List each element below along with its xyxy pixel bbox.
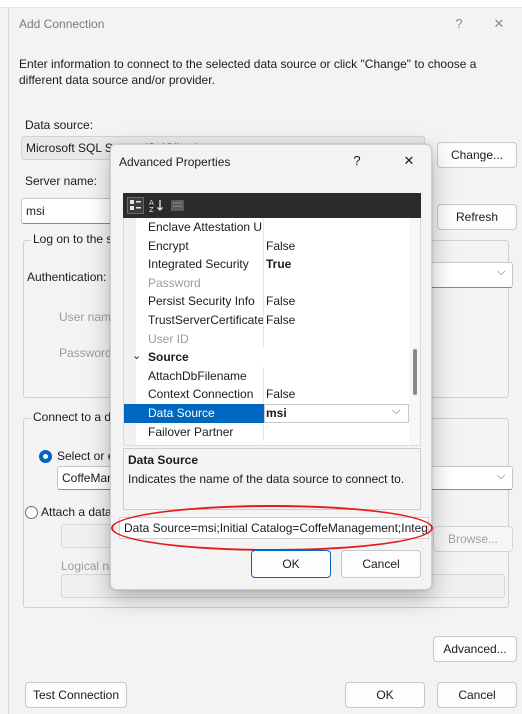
scroll-thumb[interactable] <box>413 349 417 395</box>
dropdown-chevron-icon[interactable]: ⌵ <box>392 405 400 418</box>
advanced-ok-button[interactable]: OK <box>251 550 331 578</box>
data-source-label: Data source: <box>25 118 94 132</box>
prop-row-trust-server-cert[interactable]: TrustServerCertificate False <box>124 311 409 330</box>
prop-separator <box>263 255 264 274</box>
prop-name: Data Source <box>148 406 215 420</box>
prop-separator <box>263 236 264 256</box>
description-text: Indicates the name of the data source to… <box>128 472 405 486</box>
prop-row-failover-partner[interactable]: Failover Partner <box>124 422 409 442</box>
background-window-edge <box>0 0 522 8</box>
advanced-cancel-button[interactable]: Cancel <box>341 550 421 578</box>
prop-row-password[interactable]: Password <box>124 273 409 293</box>
password-label: Password: <box>59 346 116 360</box>
alphabetical-icon[interactable]: AZ <box>148 197 165 214</box>
refresh-button[interactable]: Refresh <box>437 204 517 230</box>
prop-row-enclave[interactable]: Enclave Attestation U <box>124 218 409 237</box>
prop-name: TrustServerCertificate <box>148 313 264 327</box>
property-toolbar: AZ <box>123 193 421 218</box>
property-grid: Enclave Attestation U Encrypt False Inte… <box>123 218 421 446</box>
prop-row-attach-db-filename[interactable]: AttachDbFilename <box>124 366 409 386</box>
prop-name: Failover Partner <box>148 424 234 439</box>
test-connection-button[interactable]: Test Connection <box>25 682 127 708</box>
prop-name: Enclave Attestation U <box>148 220 263 234</box>
prop-name: Persist Security Info <box>148 294 255 309</box>
categorized-icon[interactable] <box>127 197 144 214</box>
category-name: Source <box>148 350 189 365</box>
advanced-dialog-title: Advanced Properties <box>119 155 231 169</box>
collapse-chevron-icon[interactable]: ⌄ <box>132 349 141 362</box>
description-panel: Data Source Indicates the name of the da… <box>123 448 421 510</box>
prop-value: False <box>266 313 296 327</box>
description-title: Data Source <box>128 453 199 467</box>
prop-separator <box>263 422 264 442</box>
change-button[interactable]: Change... <box>437 142 517 168</box>
ok-button[interactable]: OK <box>345 682 425 708</box>
prop-name: Encrypt <box>148 238 189 253</box>
advanced-help-button[interactable]: ? <box>343 151 371 171</box>
help-button[interactable]: ? <box>445 14 473 34</box>
prop-separator <box>263 311 264 330</box>
prop-value: False <box>266 294 296 309</box>
prop-separator <box>263 385 264 404</box>
advanced-button[interactable]: Advanced... <box>433 636 517 662</box>
prop-value: False <box>266 387 296 402</box>
prop-row-integrated-security[interactable]: Integrated Security True <box>124 255 409 274</box>
prop-separator <box>263 218 264 237</box>
prop-name: Password <box>148 275 201 290</box>
authentication-label: Authentication: <box>27 270 107 284</box>
database-chevron-icon: ⌵ <box>497 470 506 482</box>
prop-row-data-source[interactable]: Data Source msi ⌵ <box>124 404 409 423</box>
advanced-properties-dialog: Advanced Properties ? ✕ AZ Enclave Attes… <box>110 144 433 590</box>
prop-name: User ID <box>148 331 189 346</box>
property-pages-icon <box>169 197 186 214</box>
select-db-radio[interactable] <box>39 450 52 463</box>
prop-value: True <box>266 257 292 272</box>
server-name-label: Server name: <box>25 174 98 188</box>
prop-name: AttachDbFilename <box>148 368 247 383</box>
prop-row-user-id[interactable]: User ID <box>124 329 409 349</box>
prop-name: Context Connection <box>148 387 254 402</box>
prop-name: Integrated Security <box>148 257 249 272</box>
prop-separator <box>263 292 264 311</box>
attach-db-radio[interactable] <box>25 506 38 519</box>
prop-value: False <box>266 238 296 253</box>
prop-separator <box>263 329 264 349</box>
highlight-annotation <box>111 505 433 551</box>
chevron-down-icon: ⌵ <box>497 266 506 278</box>
close-button[interactable]: ✕ <box>485 14 513 34</box>
prop-row-context-connection[interactable]: Context Connection False <box>124 385 409 404</box>
browse-button[interactable]: Browse... <box>433 526 513 552</box>
prop-row-encrypt[interactable]: Encrypt False <box>124 236 409 256</box>
cancel-button[interactable]: Cancel <box>437 682 517 708</box>
dialog-title: Add Connection <box>19 17 105 31</box>
prop-separator <box>263 273 264 293</box>
title-bar: Add Connection ? ✕ <box>9 8 522 40</box>
prop-row-persist-security[interactable]: Persist Security Info False <box>124 292 409 311</box>
prop-value: msi <box>266 406 287 420</box>
svg-text:Z: Z <box>149 206 154 214</box>
prop-separator <box>263 366 264 386</box>
intro-text: Enter information to connect to the sele… <box>19 57 477 87</box>
grid-scrollbar[interactable] <box>409 218 420 445</box>
advanced-close-button[interactable]: ✕ <box>395 151 423 171</box>
category-source[interactable]: ⌄ Source <box>124 348 409 367</box>
